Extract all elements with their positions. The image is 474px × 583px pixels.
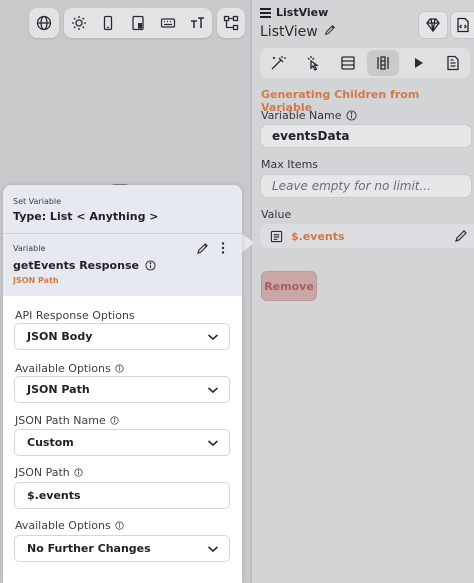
api-response-options-dropdown[interactable]: JSON Body — [14, 323, 230, 350]
phone-icon[interactable] — [96, 11, 120, 35]
remove-button[interactable]: Remove — [261, 271, 317, 301]
popup-arrow — [240, 232, 254, 254]
popup-variable-card[interactable]: Variable getEvents Response JSON Path — [3, 234, 242, 296]
database-table-icon — [340, 56, 355, 70]
preview-tab[interactable] — [402, 50, 434, 76]
available-options-label: Available Options — [15, 362, 124, 375]
variable-name-row: getEvents Response — [13, 259, 156, 272]
variable-label: Variable — [13, 244, 46, 253]
document-icon — [446, 55, 459, 71]
variable-name-label-text: Variable Name — [261, 109, 342, 122]
properties-tab[interactable] — [262, 50, 294, 76]
device-toolbar — [64, 8, 212, 38]
variable-name: getEvents Response — [13, 259, 139, 272]
more-vertical-icon[interactable] — [219, 241, 227, 255]
dropdown-value: JSON Path — [27, 383, 90, 396]
api-response-options-label: API Response Options — [15, 309, 135, 322]
variable-name-label: Variable Name — [261, 109, 357, 122]
value-variable-chip[interactable]: $.events — [260, 224, 474, 248]
variable-name-input[interactable]: eventsData — [260, 124, 472, 148]
field-label-text: JSON Path — [15, 466, 70, 479]
input-value: $.events — [27, 489, 81, 502]
max-items-label: Max Items — [261, 158, 319, 171]
language-toolbar — [29, 8, 59, 38]
tap-icon — [307, 56, 319, 71]
available-options-dropdown[interactable]: JSON Path — [14, 376, 230, 403]
sun-icon[interactable] — [67, 11, 91, 35]
dropdown-value: No Further Changes — [27, 542, 151, 555]
generate-children-tab[interactable] — [366, 50, 399, 76]
json-path-input[interactable]: $.events — [14, 482, 230, 509]
json-path-label: JSON Path — [15, 466, 83, 479]
text-size-icon[interactable] — [185, 11, 209, 35]
info-icon[interactable] — [115, 364, 124, 373]
info-icon[interactable] — [115, 521, 124, 530]
play-icon — [414, 58, 423, 68]
actions-tab[interactable] — [297, 50, 329, 76]
field-label-text: Available Options — [15, 362, 111, 375]
value-variable-text: $.events — [291, 229, 345, 243]
available-options-dropdown-2[interactable]: No Further Changes — [14, 535, 230, 562]
widget-type-row: ListView — [260, 6, 328, 19]
wand-icon — [271, 56, 286, 70]
widget-name-row: ListView — [260, 24, 336, 40]
info-icon[interactable] — [110, 416, 119, 425]
code-view-button[interactable] — [450, 11, 474, 39]
popup-header-label: Set Variable — [13, 197, 62, 206]
gem-button[interactable] — [418, 11, 448, 39]
diamond-icon — [426, 18, 440, 33]
docs-tab[interactable] — [437, 50, 469, 76]
edit-icon[interactable] — [454, 229, 468, 243]
widget-type-label: ListView — [276, 6, 329, 19]
chevron-down-icon — [207, 546, 219, 553]
info-icon[interactable] — [345, 110, 357, 121]
chevron-down-icon — [207, 387, 219, 394]
pencil-icon[interactable] — [324, 24, 336, 40]
field-label-text: Available Options — [15, 519, 111, 532]
backend-query-tab[interactable] — [332, 50, 364, 76]
value-label: Value — [261, 208, 292, 221]
chevron-down-icon — [207, 440, 219, 447]
panel-tabs — [260, 48, 470, 78]
set-variable-popup: Set Variable Type: List < Anything > Var… — [3, 185, 242, 583]
info-icon[interactable] — [74, 468, 83, 477]
keyboard-icon[interactable] — [156, 11, 180, 35]
json-path-name-dropdown[interactable]: Custom — [14, 429, 230, 456]
field-label-text: JSON Path Name — [15, 414, 106, 427]
node-tree-icon[interactable] — [219, 11, 243, 35]
chevron-down-icon — [207, 334, 219, 341]
globe-icon[interactable] — [32, 11, 56, 35]
properties-panel: ListView ListView Generating Children fr… — [252, 0, 474, 583]
dropdown-value: Custom — [27, 436, 74, 449]
list-icon — [260, 7, 271, 18]
dropdown-value: JSON Body — [27, 330, 93, 343]
generate-children-icon — [376, 56, 389, 70]
popup-header-type: Type: List < Anything > — [13, 210, 159, 223]
variable-icon — [270, 230, 283, 242]
info-icon[interactable] — [145, 260, 156, 271]
json-path-name-label: JSON Path Name — [15, 414, 119, 427]
field-label-text: API Response Options — [15, 309, 135, 322]
widget-name: ListView — [260, 24, 318, 40]
edit-icon[interactable] — [196, 242, 209, 255]
variable-subtitle: JSON Path — [13, 276, 59, 285]
tree-toolbar — [217, 8, 245, 38]
popup-header: Set Variable Type: List < Anything > — [3, 185, 242, 233]
available-options-label-2: Available Options — [15, 519, 124, 532]
max-items-input[interactable]: Leave empty for no limit... — [260, 174, 472, 198]
tablet-icon[interactable] — [126, 11, 150, 35]
code-file-icon — [457, 17, 469, 33]
